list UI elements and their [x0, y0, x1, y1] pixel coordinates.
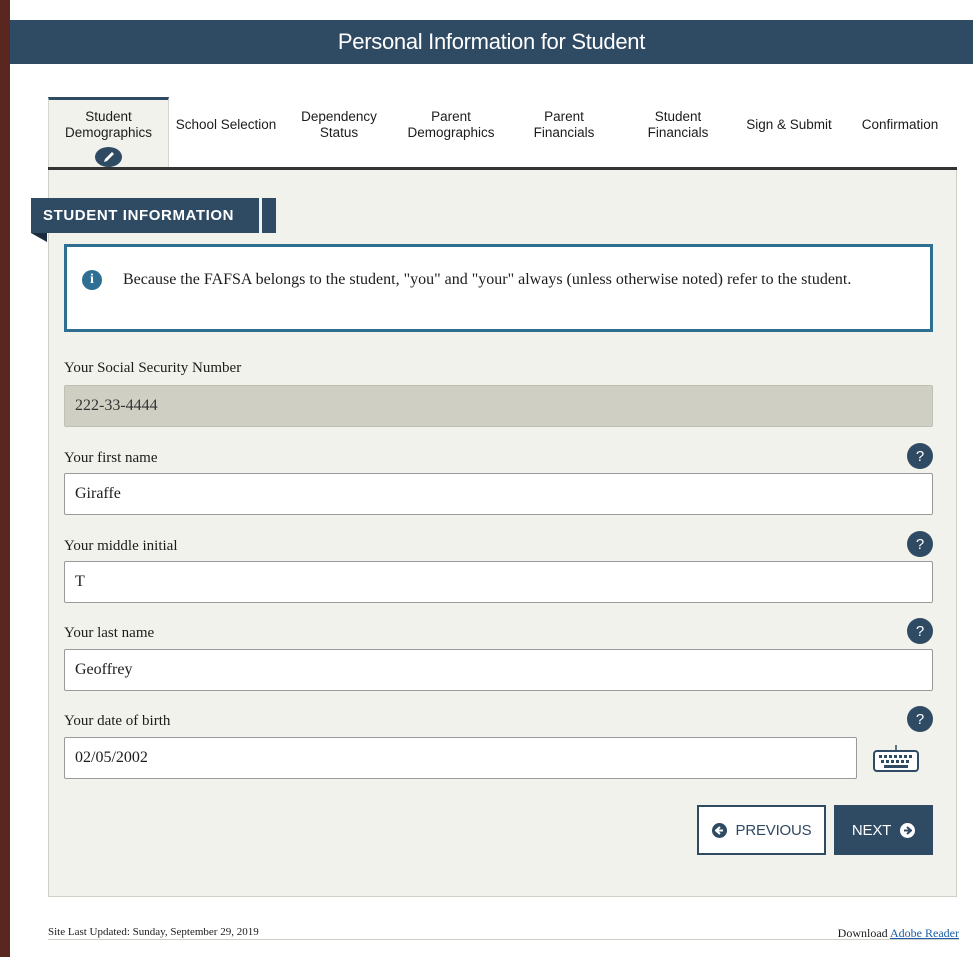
page-header: Personal Information for Student	[10, 20, 973, 64]
next-button-label: NEXT	[851, 821, 892, 839]
last-name-help-icon[interactable]: ?	[907, 618, 933, 644]
tab-parent-demographics[interactable]: Parent Demographics	[395, 97, 507, 167]
tab-label: Parent Demographics	[407, 109, 495, 140]
tab-label: Confirmation	[861, 117, 939, 132]
tab-school-selection[interactable]: School Selection	[169, 97, 283, 167]
dob-help-icon[interactable]: ?	[907, 706, 933, 732]
info-notice: i Because the FAFSA belongs to the stude…	[64, 244, 933, 332]
section-title-text: STUDENT INFORMATION	[43, 207, 235, 224]
tab-sign-submit[interactable]: Sign & Submit	[735, 97, 843, 167]
first-name-help-icon[interactable]: ?	[907, 443, 933, 469]
tab-student-demographics[interactable]: Student Demographics	[48, 97, 169, 167]
tab-parent-financials[interactable]: Parent Financials	[507, 97, 621, 167]
tab-label: Student Demographics	[64, 109, 153, 140]
pencil-icon	[95, 147, 122, 167]
arrow-left-icon	[711, 822, 727, 838]
site-last-updated: Site Last Updated: Sunday, September 29,…	[48, 926, 259, 938]
page-title: Personal Information for Student	[337, 29, 646, 54]
previous-button-label: PREVIOUS	[735, 821, 812, 839]
section-title-cap	[262, 198, 276, 233]
keyboard-icon[interactable]	[872, 745, 920, 773]
middle-initial-field[interactable]	[64, 561, 933, 603]
progress-tabs: Student Demographics School Selection De…	[48, 97, 957, 170]
tab-label: School Selection	[175, 117, 277, 132]
next-button[interactable]: NEXT	[834, 805, 933, 855]
section-title: STUDENT INFORMATION	[31, 198, 259, 233]
ssn-label: Your Social Security Number	[64, 360, 242, 376]
page-frame: Personal Information for Student Student…	[10, 0, 973, 957]
middle-initial-label: Your middle initial	[64, 538, 178, 554]
first-name-field[interactable]	[64, 473, 933, 515]
tab-label: Student Financials	[647, 109, 709, 140]
middle-initial-help-icon[interactable]: ?	[907, 531, 933, 557]
previous-button[interactable]: PREVIOUS	[697, 805, 826, 855]
first-name-label: Your first name	[64, 450, 158, 466]
download-note: Download Adobe Reader	[838, 926, 959, 941]
adobe-reader-link[interactable]: Adobe Reader	[890, 926, 959, 940]
info-text: Because the FAFSA belongs to the student…	[123, 271, 852, 288]
tab-label: Parent Financials	[533, 109, 595, 140]
download-prefix: Download	[837, 926, 888, 940]
tab-confirmation[interactable]: Confirmation	[843, 97, 957, 167]
page-footer: Site Last Updated: Sunday, September 29,…	[48, 922, 959, 940]
dob-field[interactable]	[64, 737, 857, 779]
last-name-field[interactable]	[64, 649, 933, 691]
ssn-field[interactable]	[64, 385, 933, 427]
tab-label: Sign & Submit	[746, 117, 832, 132]
info-icon: i	[82, 270, 102, 290]
section-title-fold	[31, 233, 47, 242]
tab-label: Dependency Status	[301, 109, 377, 140]
last-name-label: Your last name	[64, 625, 155, 641]
tab-dependency-status[interactable]: Dependency Status	[283, 97, 395, 167]
dob-label: Your date of birth	[64, 713, 171, 729]
tab-student-financials[interactable]: Student Financials	[621, 97, 735, 167]
arrow-right-icon	[900, 822, 916, 838]
